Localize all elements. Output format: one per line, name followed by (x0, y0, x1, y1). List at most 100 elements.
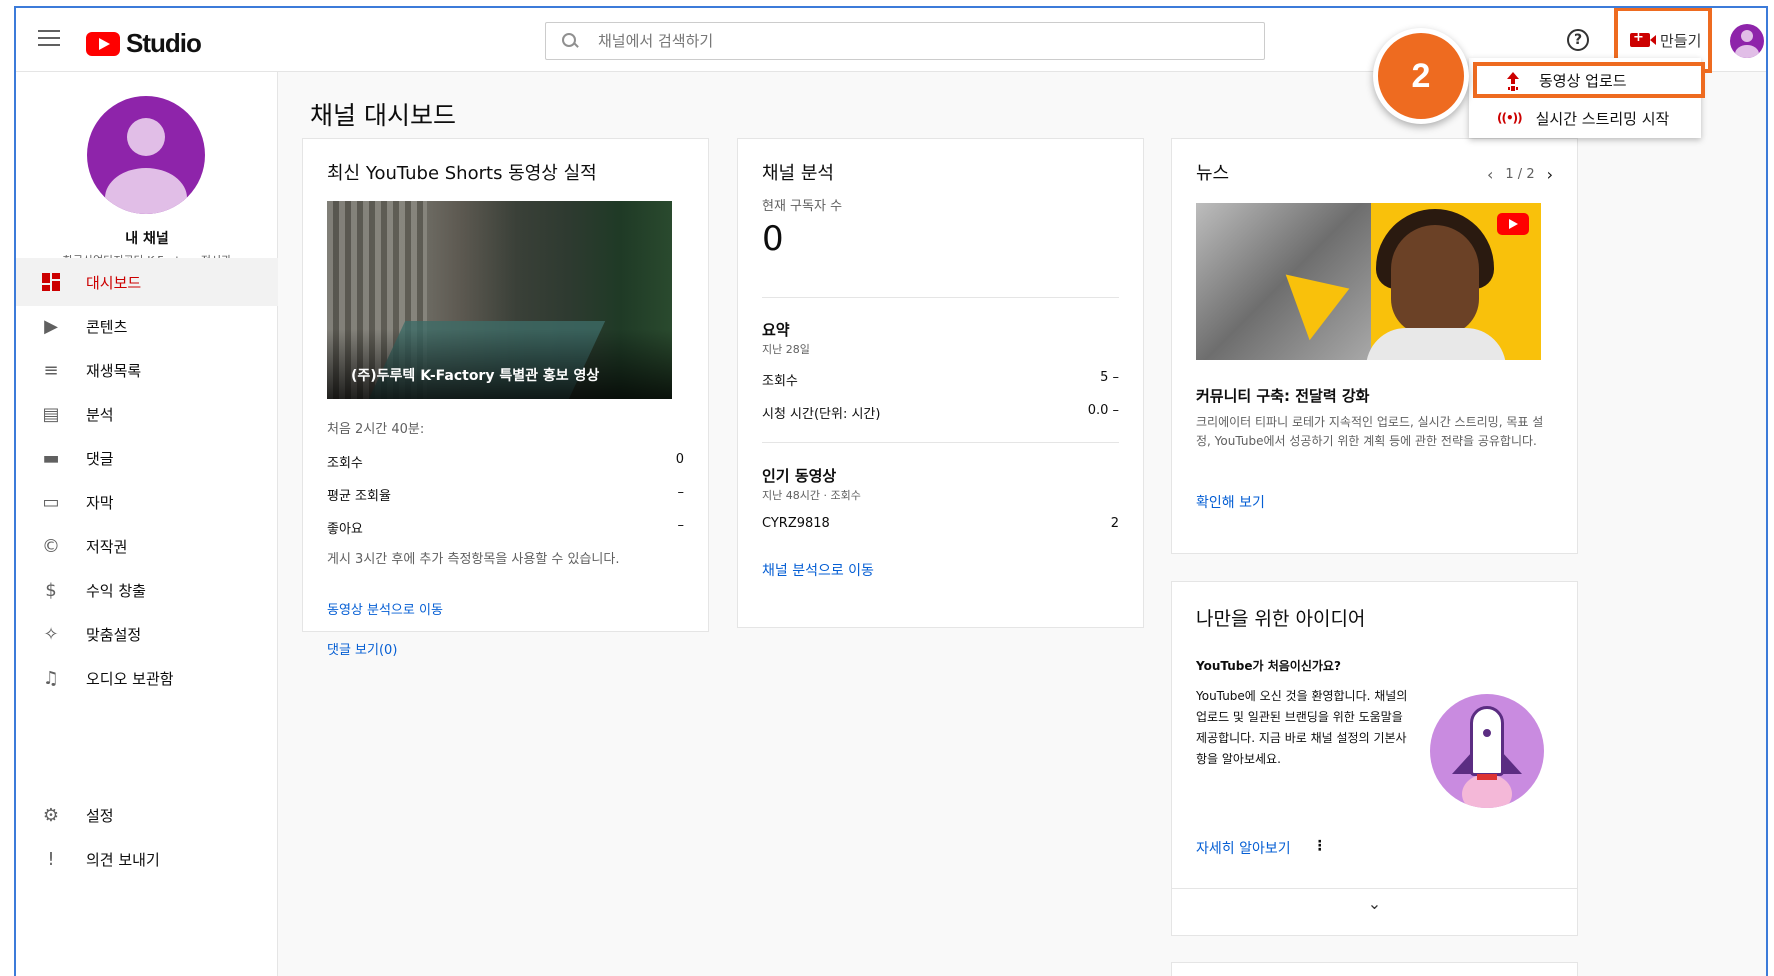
live-label: 실시간 스트리밍 시작 (1535, 109, 1670, 128)
card-title: 최신 YouTube Shorts 동영상 실적 (327, 163, 597, 184)
sidebar-item-copyright[interactable]: © 저작권 (16, 522, 278, 570)
account-avatar[interactable] (1730, 24, 1764, 58)
news-link[interactable]: 확인해 보기 (1196, 492, 1553, 512)
metrics-note: 게시 3시간 후에 추가 측정항목을 사용할 수 있습니다. (327, 552, 620, 567)
sidebar: 내 채널 한국산업단지공단 K-Factory 전시관 대시보드 ▶ 콘텐츠 ≡… (16, 72, 278, 976)
studio-logo[interactable]: Studio (86, 28, 202, 59)
sidebar-item-label: 설정 (86, 806, 114, 825)
create-menu: 동영상 업로드 ((•)) 실시간 스트리밍 시작 (1469, 58, 1705, 138)
copyright-icon: © (42, 535, 60, 557)
dollar-icon: $ (45, 579, 57, 601)
create-button[interactable]: 만들기 (1622, 22, 1709, 58)
news-image[interactable] (1196, 203, 1541, 360)
sidebar-item-label: 저작권 (86, 537, 128, 556)
subtitles-icon: ▭ (42, 491, 60, 513)
summary-title: 요약 (762, 321, 790, 339)
sidebar-item-subtitles[interactable]: ▭ 자막 (16, 478, 278, 526)
channel-title: 내 채널 (125, 231, 169, 247)
help-icon[interactable]: ? (1567, 29, 1589, 51)
audio-library-icon: ♫ (42, 667, 60, 689)
upload-video-menu-item[interactable]: 동영상 업로드 (1473, 62, 1705, 98)
stat-row: 조회수 5 – (762, 370, 1119, 389)
sidebar-item-comments[interactable]: ▬ 댓글 (16, 434, 278, 482)
sidebar-item-dashboard[interactable]: 대시보드 (16, 258, 278, 306)
news-headline: 커뮤니티 구축: 전달력 강화 (1196, 387, 1370, 405)
sidebar-item-settings[interactable]: ⚙ 설정 (16, 791, 278, 839)
analytics-icon: ▤ (42, 403, 60, 425)
stat-row: 조회수 0 (327, 452, 684, 471)
top-video-row[interactable]: CYRZ9818 2 (762, 516, 1119, 531)
sidebar-item-label: 자막 (86, 493, 114, 512)
card-title: 뉴스 (1196, 163, 1230, 184)
chevron-left-icon[interactable]: ‹ (1487, 165, 1493, 184)
learn-more-link[interactable]: 자세히 알아보기 (1196, 838, 1291, 858)
go-live-menu-item[interactable]: ((•)) 실시간 스트리밍 시작 (1469, 102, 1701, 134)
ideas-link-row: 자세히 알아보기 ⋮ (1196, 838, 1553, 858)
more-options-icon[interactable]: ⋮ (1313, 838, 1327, 858)
menu-icon[interactable] (38, 30, 60, 46)
create-video-icon (1630, 30, 1656, 47)
page-title: 채널 대시보드 (310, 101, 456, 130)
sidebar-item-label: 수익 창출 (86, 581, 146, 600)
pager-text: 1 / 2 (1505, 167, 1535, 182)
sidebar-item-label: 콘텐츠 (86, 317, 128, 336)
view-comments-link[interactable]: 댓글 보기(0) (327, 639, 684, 658)
sidebar-item-label: 맞춤설정 (86, 625, 142, 644)
live-stream-icon: ((•)) (1497, 111, 1523, 125)
sidebar-item-analytics[interactable]: ▤ 분석 (16, 390, 278, 438)
sidebar-item-content[interactable]: ▶ 콘텐츠 (16, 302, 278, 350)
news-pager: ‹ 1 / 2 › (1487, 165, 1553, 184)
content-icon: ▶ (44, 315, 58, 337)
sidebar-item-audio-library[interactable]: ♫ 오디오 보관함 (16, 654, 278, 702)
sidebar-item-monetization[interactable]: $ 수익 창출 (16, 566, 278, 614)
gear-icon: ⚙ (42, 804, 60, 826)
channel-avatar[interactable] (87, 96, 205, 214)
channel-analytics-card: 채널 분석 현재 구독자 수 0 요약 지난 28일 조회수 5 – 시청 시간(… (737, 138, 1144, 628)
upload-icon (1505, 72, 1521, 88)
customization-icon: ✧ (43, 623, 59, 645)
ideas-card: 나만을 위한 아이디어 YouTube가 처음이신가요? YouTube에 오신… (1171, 581, 1578, 936)
youtube-logo-icon (1497, 213, 1529, 235)
comments-icon: ▬ (42, 447, 60, 469)
create-label: 만들기 (1660, 31, 1702, 50)
sidebar-item-label: 재생목록 (86, 361, 142, 380)
summary-period: 지난 28일 (762, 343, 810, 356)
period-label: 처음 2시간 40분: (327, 422, 425, 437)
subscribers-label: 현재 구독자 수 (762, 199, 843, 214)
thumbnail-caption: (주)두루텍 K-Factory 특별관 홍보 영상 (351, 368, 600, 384)
news-card: 뉴스 ‹ 1 / 2 › 커뮤니티 구축: 전달력 강화 크리에이터 티파니 로… (1171, 138, 1578, 554)
top-videos-title: 인기 동영상 (762, 467, 837, 485)
search-input[interactable] (598, 32, 1198, 50)
feedback-icon: ! (47, 848, 55, 870)
news-body: 크리에이터 티파니 로테가 지속적인 업로드, 실시간 스트리밍, 목표 설정,… (1196, 415, 1544, 448)
sidebar-item-label: 의견 보내기 (86, 850, 160, 869)
video-analytics-link[interactable]: 동영상 분석으로 이동 (327, 599, 684, 618)
chevron-right-icon[interactable]: › (1547, 165, 1553, 184)
search-box[interactable] (545, 22, 1265, 60)
sidebar-item-label: 오디오 보관함 (86, 669, 174, 688)
stat-row: 평균 조회율 – (327, 485, 684, 504)
step-badge: 2 (1373, 28, 1469, 124)
ideas-body: YouTube에 오신 것을 환영합니다. 채널의 업로드 및 일관된 브랜딩을… (1196, 689, 1408, 766)
card-title: 채널 분석 (762, 163, 834, 184)
card-title: 나만을 위한 아이디어 (1196, 608, 1366, 630)
stat-row: 좋아요 – (327, 518, 684, 537)
dashboard-icon (40, 271, 62, 293)
sidebar-item-label: 댓글 (86, 449, 114, 468)
sidebar-item-label: 분석 (86, 405, 114, 424)
video-thumbnail[interactable]: (주)두루텍 K-Factory 특별관 홍보 영상 (327, 201, 672, 399)
logo-text: Studio (126, 28, 202, 58)
next-card (1171, 962, 1578, 976)
ideas-subtitle: YouTube가 처음이신가요? (1196, 659, 1341, 673)
search-icon[interactable] (562, 33, 578, 49)
sidebar-item-playlists[interactable]: ≡ 재생목록 (16, 346, 278, 394)
studio-window: Studio ? 만들기 동영상 업로드 ((•)) 실시간 스트리밍 시작 2… (14, 6, 1768, 976)
channel-analytics-link[interactable]: 채널 분석으로 이동 (762, 560, 1119, 580)
sidebar-item-feedback[interactable]: ! 의견 보내기 (16, 835, 278, 883)
stat-row: 시청 시간(단위: 시간) 0.0 – (762, 403, 1119, 422)
shorts-performance-card: 최신 YouTube Shorts 동영상 실적 (주)두루텍 K-Factor… (302, 138, 709, 658)
sidebar-item-label: 대시보드 (86, 273, 142, 292)
chevron-down-icon[interactable]: ⌄ (1172, 894, 1577, 913)
subscribers-value: 0 (762, 219, 784, 259)
sidebar-item-customization[interactable]: ✧ 맞춤설정 (16, 610, 278, 658)
